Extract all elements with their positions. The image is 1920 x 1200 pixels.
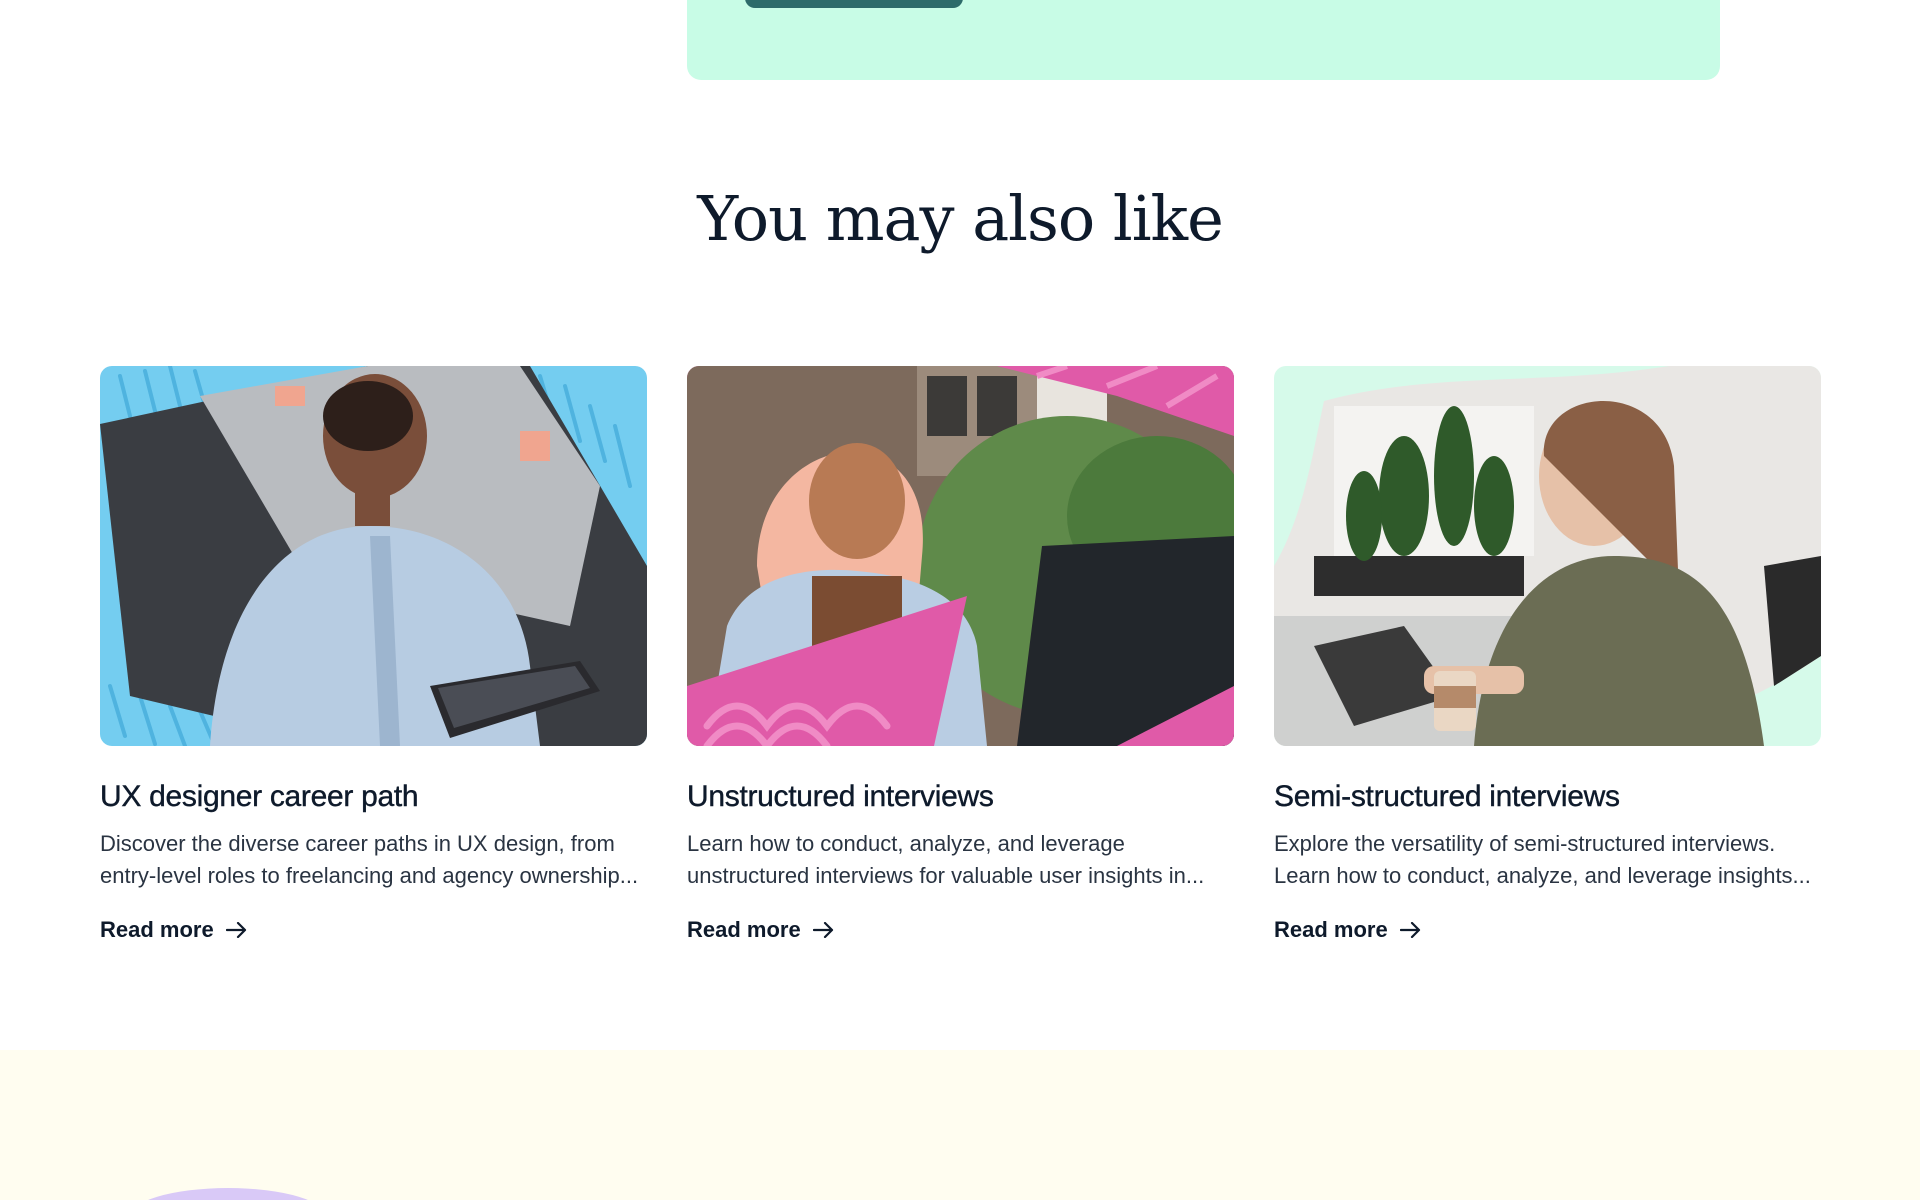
decorative-blob <box>128 1188 328 1200</box>
read-more-link[interactable]: Read more <box>100 917 248 943</box>
related-articles: UX designer career path Discover the div… <box>100 366 1821 943</box>
page: You may also like UX designer career pat… <box>0 0 1920 1200</box>
article-image-woman-with-tablet[interactable] <box>100 366 647 746</box>
article-image-woman-with-laptop[interactable] <box>687 366 1234 746</box>
read-more-label: Read more <box>687 917 801 942</box>
article-card-unstructured-interviews: Unstructured interviews Learn how to con… <box>687 366 1234 943</box>
read-more-label: Read more <box>1274 917 1388 942</box>
cta-card <box>687 0 1720 80</box>
article-excerpt: Explore the versatility of semi-structur… <box>1274 831 1811 888</box>
read-more-label: Read more <box>100 917 214 942</box>
article-card-ux-designer: UX designer career path Discover the div… <box>100 366 647 943</box>
article-title[interactable]: UX designer career path <box>100 780 647 814</box>
article-title[interactable]: Semi-structured interviews <box>1274 780 1821 814</box>
article-title[interactable]: Unstructured interviews <box>687 780 1234 814</box>
arrow-right-icon <box>1399 922 1422 938</box>
read-more-link[interactable]: Read more <box>1274 917 1422 943</box>
section-title: You may also like <box>697 182 1224 255</box>
arrow-right-icon <box>812 922 835 938</box>
article-excerpt: Learn how to conduct, analyze, and lever… <box>687 831 1205 888</box>
cta-button[interactable] <box>745 0 963 8</box>
read-more-link[interactable]: Read more <box>687 917 835 943</box>
article-excerpt: Discover the diverse career paths in UX … <box>100 831 639 888</box>
article-image-woman-typing[interactable] <box>1274 366 1821 746</box>
arrow-right-icon <box>225 922 248 938</box>
article-card-semi-structured-interviews: Semi-structured interviews Explore the v… <box>1274 366 1821 943</box>
footer-band <box>0 1050 1920 1200</box>
